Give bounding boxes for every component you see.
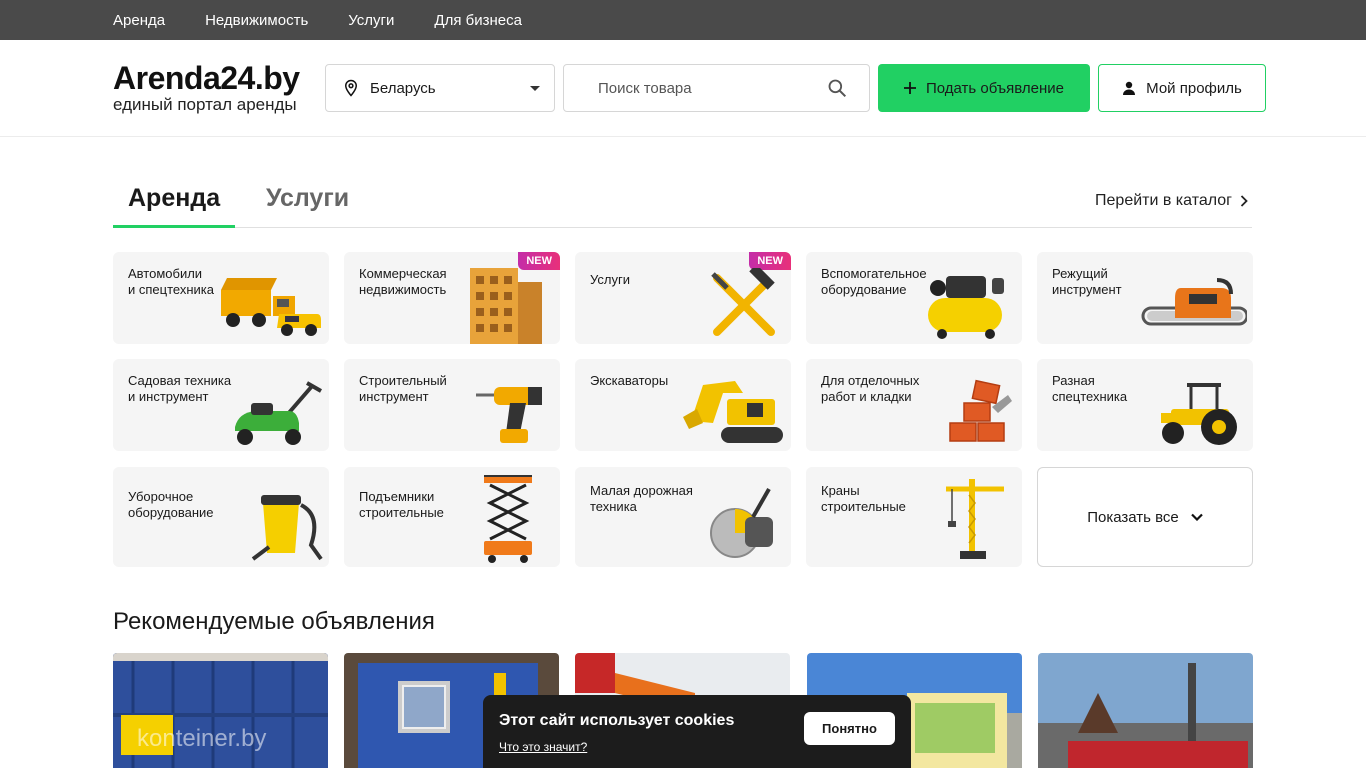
category-label: Садовая техника и инструмент: [128, 373, 232, 404]
chainsaw-icon: [1141, 278, 1247, 326]
plus-icon: [903, 82, 916, 94]
cookie-title: Этот сайт использует cookies: [499, 712, 735, 729]
cookie-info-link[interactable]: Что это значит?: [499, 740, 587, 754]
road-saw-icon: [710, 488, 773, 558]
listing-card-1[interactable]: konteiner.by: [113, 653, 328, 768]
profile-label: Мой профиль: [1146, 79, 1242, 97]
catalog-link-label: Перейти в каталог: [1095, 192, 1232, 209]
category-card-construction-lifts[interactable]: Подъемники строительные: [344, 467, 560, 567]
category-card-auxiliary-equipment[interactable]: Вспомогательное оборудование: [806, 252, 1022, 344]
logo[interactable]: Arenda24.by единый портал аренды: [113, 62, 325, 115]
topnav-services[interactable]: Услуги: [348, 12, 394, 29]
category-label: Краны строительные: [821, 483, 906, 514]
search-box: [563, 64, 870, 112]
category-card-vehicles[interactable]: Автомобили и спецтехника: [113, 252, 329, 344]
tractor-icon: [1161, 383, 1237, 445]
tools-icon: [711, 268, 775, 336]
logo-subtitle: единый портал аренды: [113, 94, 297, 114]
category-label: Услуги: [590, 272, 630, 287]
topnav-business[interactable]: Для бизнеса: [434, 12, 522, 29]
category-card-excavators[interactable]: Экскаваторы: [575, 359, 791, 451]
drill-icon: [476, 387, 542, 443]
category-card-road-equipment[interactable]: Малая дорожная техника: [575, 467, 791, 567]
logo-title: Arenda24.by: [113, 59, 300, 96]
region-select[interactable]: Беларусь: [325, 64, 555, 112]
chevron-right-icon: [1240, 195, 1248, 207]
tab-rent[interactable]: Аренда: [113, 184, 235, 228]
post-ad-label: Подать объявление: [925, 79, 1065, 97]
category-label: Разная спецтехника: [1052, 373, 1128, 404]
top-nav: Аренда Недвижимость Услуги Для бизнеса: [0, 0, 1366, 40]
category-label: Малая дорожная техника: [590, 483, 693, 514]
header: Arenda24.by единый портал аренды Беларус…: [0, 40, 1366, 137]
category-card-services[interactable]: Услуги NEW: [575, 252, 791, 344]
chevron-down-icon: [1191, 513, 1203, 521]
cookie-banner: Этот сайт использует cookies Что это зна…: [483, 695, 911, 768]
show-all-label: Показать все: [1087, 508, 1179, 526]
search-icon[interactable]: [827, 78, 847, 98]
category-card-garden-tools[interactable]: Садовая техника и инструмент: [113, 359, 329, 451]
category-label: Подъемники строительные: [359, 489, 444, 520]
profile-button[interactable]: Мой профиль: [1098, 64, 1266, 112]
category-card-misc-machinery[interactable]: Разная спецтехника: [1037, 359, 1253, 451]
listing-card-5[interactable]: [1038, 653, 1253, 768]
recommended-title: Рекомендуемые объявления: [113, 608, 435, 635]
compressor-icon: [928, 276, 1004, 339]
category-card-construction-tools[interactable]: Строительный инструмент: [344, 359, 560, 451]
lawnmower-icon: [235, 381, 322, 445]
catalog-link[interactable]: Перейти в каталог: [1095, 192, 1248, 210]
category-card-finishing-masonry[interactable]: Для отделочных работ и кладки: [806, 359, 1022, 451]
location-pin-icon: [344, 79, 358, 97]
category-label: Уборочное оборудование: [128, 489, 214, 520]
cookie-accept-button[interactable]: Понятно: [804, 712, 895, 745]
search-input[interactable]: [598, 79, 827, 97]
topnav-rent[interactable]: Аренда: [113, 12, 165, 29]
excavator-icon: [683, 381, 783, 443]
topnav-realty[interactable]: Недвижимость: [205, 12, 308, 29]
category-card-cleaning-equipment[interactable]: Уборочное оборудование: [113, 467, 329, 567]
vacuum-icon: [251, 495, 323, 561]
listing-image: [1038, 653, 1253, 768]
building-icon: [470, 268, 542, 344]
category-label: Для отделочных работ и кладки: [821, 373, 920, 404]
truck-icon: [221, 278, 321, 336]
bricks-icon: [949, 379, 1012, 442]
category-card-construction-cranes[interactable]: Краны строительные: [806, 467, 1022, 567]
user-icon: [1123, 81, 1136, 95]
crane-icon: [946, 479, 1004, 559]
category-tabs: Аренда Услуги Перейти в каталог: [113, 180, 1252, 228]
category-card-cutting-tools[interactable]: Режущий инструмент: [1037, 252, 1253, 344]
region-label: Беларусь: [370, 79, 436, 97]
category-label: Коммерческая недвижимость: [359, 266, 447, 297]
post-ad-button[interactable]: Подать объявление: [878, 64, 1090, 112]
watermark: konteiner.by: [137, 725, 267, 752]
show-all-button[interactable]: Показать все: [1037, 467, 1253, 567]
category-label: Строительный инструмент: [359, 373, 447, 404]
category-card-commercial-realty[interactable]: Коммерческая недвижимость NEW: [344, 252, 560, 344]
tab-services[interactable]: Услуги: [251, 184, 364, 228]
chevron-down-icon: [530, 85, 540, 91]
category-label: Вспомогательное оборудование: [821, 266, 927, 297]
scissor-lift-icon: [484, 475, 532, 563]
